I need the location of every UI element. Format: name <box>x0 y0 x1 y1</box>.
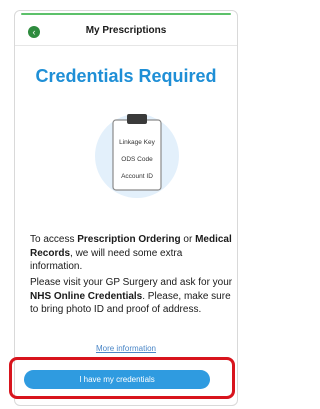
text: Please visit your GP Surgery and ask for… <box>30 277 233 288</box>
prescription-ordering-text: Prescription Ordering <box>77 234 181 245</box>
nhs-credentials-text: NHS Online Credentials <box>30 290 143 302</box>
clipboard-item: ODS Code <box>121 156 153 163</box>
more-information-link[interactable]: More information <box>15 344 237 353</box>
credentials-heading: Credentials Required <box>35 66 217 86</box>
clipboard-clip-icon <box>127 114 147 124</box>
page-title: My Prescriptions <box>85 25 167 36</box>
info-paragraph-visit: Please visit your GP Surgery and ask for… <box>30 276 235 317</box>
clipboard-item: Linkage Key <box>119 139 156 146</box>
clipboard-item: Account ID <box>121 173 153 180</box>
text: or <box>180 234 196 245</box>
top-bar: ‹ My Prescriptions <box>15 11 237 46</box>
clipboard-illustration: Linkage Key ODS Code Account ID <box>95 114 179 198</box>
info-paragraph-access: To access Prescription Ordering or Medic… <box>30 233 235 274</box>
app-screen: ‹ My Prescriptions Credentials Required … <box>14 10 238 406</box>
have-credentials-button[interactable]: I have my credentials <box>24 370 210 389</box>
top-accent-line <box>21 13 231 15</box>
text: To access <box>30 234 78 245</box>
